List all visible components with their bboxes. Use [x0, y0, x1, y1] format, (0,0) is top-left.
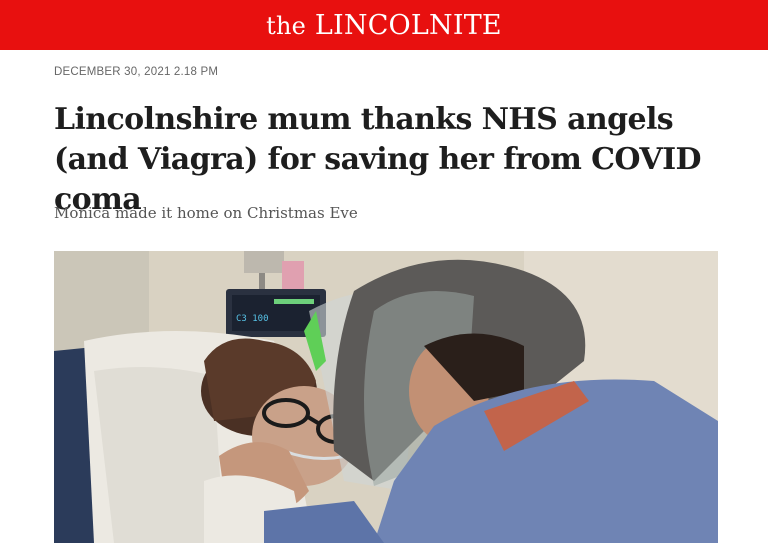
- hospital-photo: C3 100: [54, 251, 718, 543]
- article-dateline: DECEMBER 30, 2021 2.18 PM: [54, 66, 219, 78]
- masthead: the LINCOLNITE: [0, 0, 768, 50]
- monitor-readout: C3 100: [236, 314, 269, 324]
- article-hero-image: C3 100: [54, 251, 718, 543]
- article-headline: Lincolnshire mum thanks NHS angels (and …: [54, 102, 702, 217]
- article-standfirst: Monica made it home on Christmas Eve: [54, 204, 358, 222]
- logo-name: LINCOLNITE: [314, 9, 502, 41]
- site-logo[interactable]: the LINCOLNITE: [266, 10, 502, 41]
- logo-prefix: the: [266, 11, 307, 40]
